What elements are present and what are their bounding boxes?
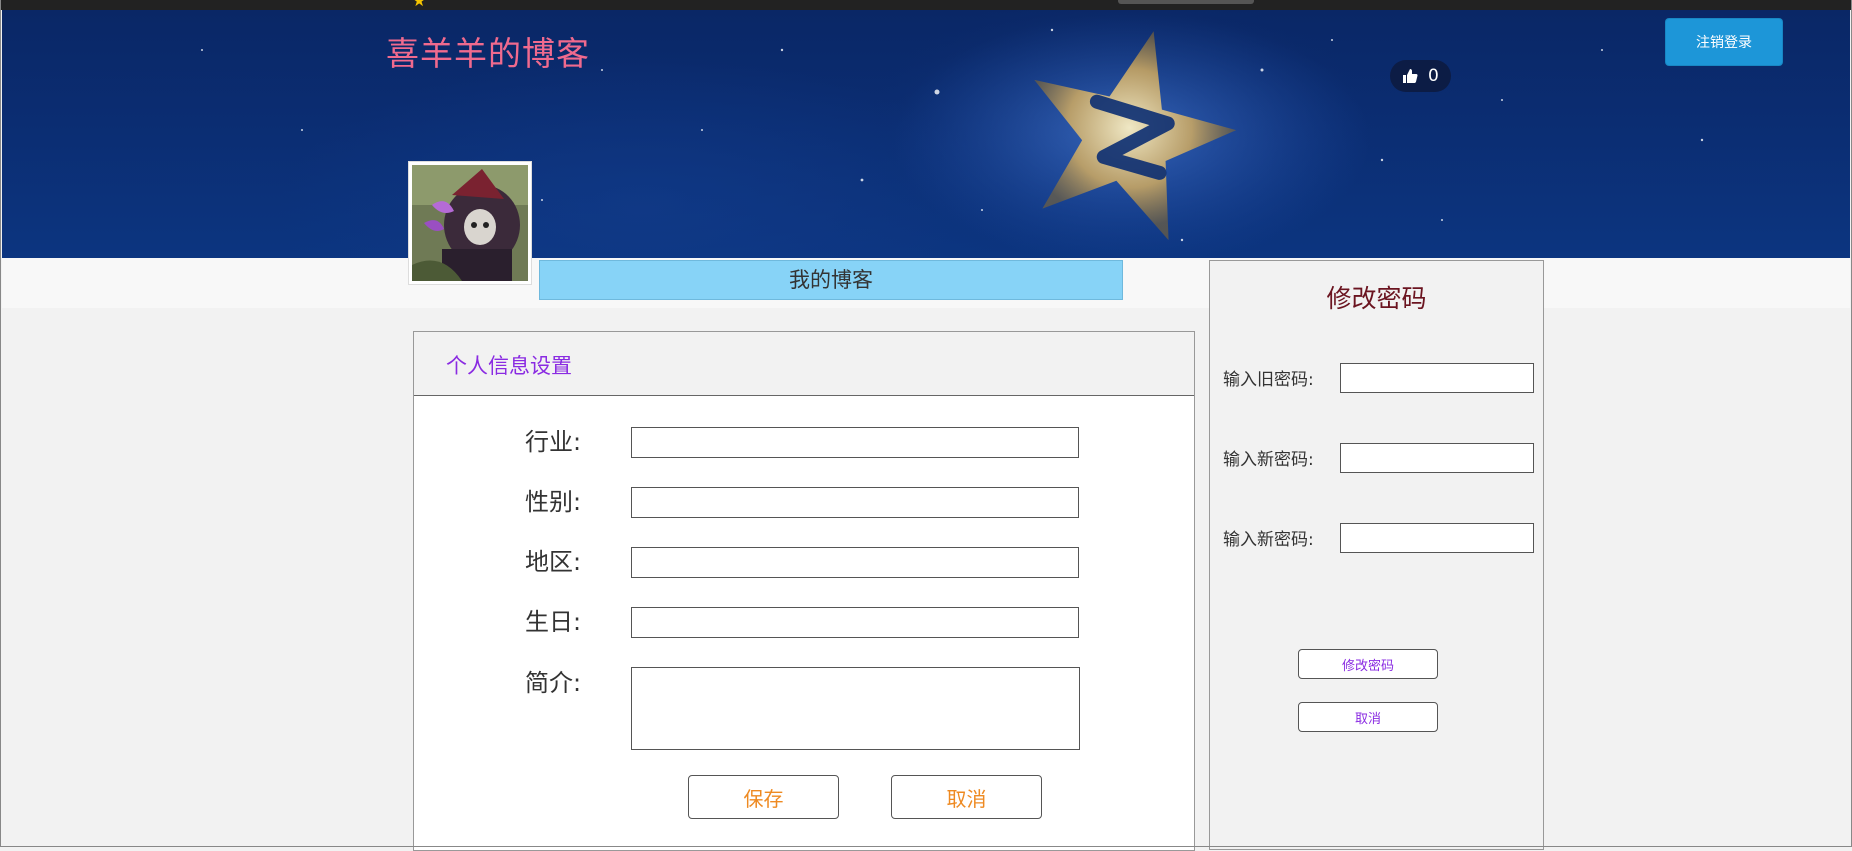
gender-label: 性别: — [525, 488, 582, 516]
logout-button[interactable]: 注销登录 — [1666, 19, 1782, 65]
old-password-label: 输入旧密码: — [1223, 370, 1314, 390]
bio-label: 简介: — [525, 669, 582, 697]
change-password-button[interactable]: 修改密码 — [1298, 649, 1438, 679]
top-bar-tab-stub — [1118, 0, 1254, 4]
blog-title: 喜羊羊的博客 — [386, 34, 590, 73]
new-password-label: 输入新密码: — [1223, 450, 1314, 470]
confirm-password-label: 输入新密码: — [1223, 530, 1314, 550]
birthday-label: 生日: — [525, 608, 582, 636]
password-cancel-button[interactable]: 取消 — [1298, 702, 1438, 732]
profile-settings-panel: 个人信息设置 行业: 性别: 地区: 生日: 简介: 保存 取消 — [413, 331, 1195, 851]
starfield-banner-image — [201, 10, 1704, 258]
region-label: 地区: — [525, 548, 582, 576]
header-banner — [2, 10, 1850, 258]
avatar-image — [412, 165, 528, 281]
my-blog-button[interactable]: 我的博客 — [539, 260, 1123, 300]
save-button[interactable]: 保存 — [688, 775, 839, 819]
browser-top-bar: ★ — [0, 0, 1852, 10]
gender-field[interactable] — [631, 487, 1079, 518]
confirm-password-field[interactable] — [1340, 523, 1534, 553]
old-password-field[interactable] — [1340, 363, 1534, 393]
panel-header: 个人信息设置 — [414, 332, 1194, 396]
star-icon: ★ — [412, 0, 427, 10]
bio-textarea[interactable] — [631, 667, 1080, 750]
industry-field[interactable] — [631, 427, 1079, 458]
avatar[interactable] — [408, 161, 532, 285]
cancel-button[interactable]: 取消 — [891, 775, 1042, 819]
change-password-title: 修改密码 — [1326, 284, 1427, 313]
change-password-panel: 修改密码 输入旧密码: 输入新密码: 输入新密码: 修改密码 取消 — [1209, 260, 1544, 850]
like-count: 0 — [1428, 66, 1439, 86]
profile-settings-title: 个人信息设置 — [446, 354, 572, 378]
industry-label: 行业: — [525, 428, 582, 456]
thumbs-up-icon — [1403, 69, 1418, 83]
new-password-field[interactable] — [1340, 443, 1534, 473]
like-counter[interactable]: 0 — [1390, 60, 1451, 92]
region-field[interactable] — [631, 547, 1079, 578]
birthday-field[interactable] — [631, 607, 1079, 638]
